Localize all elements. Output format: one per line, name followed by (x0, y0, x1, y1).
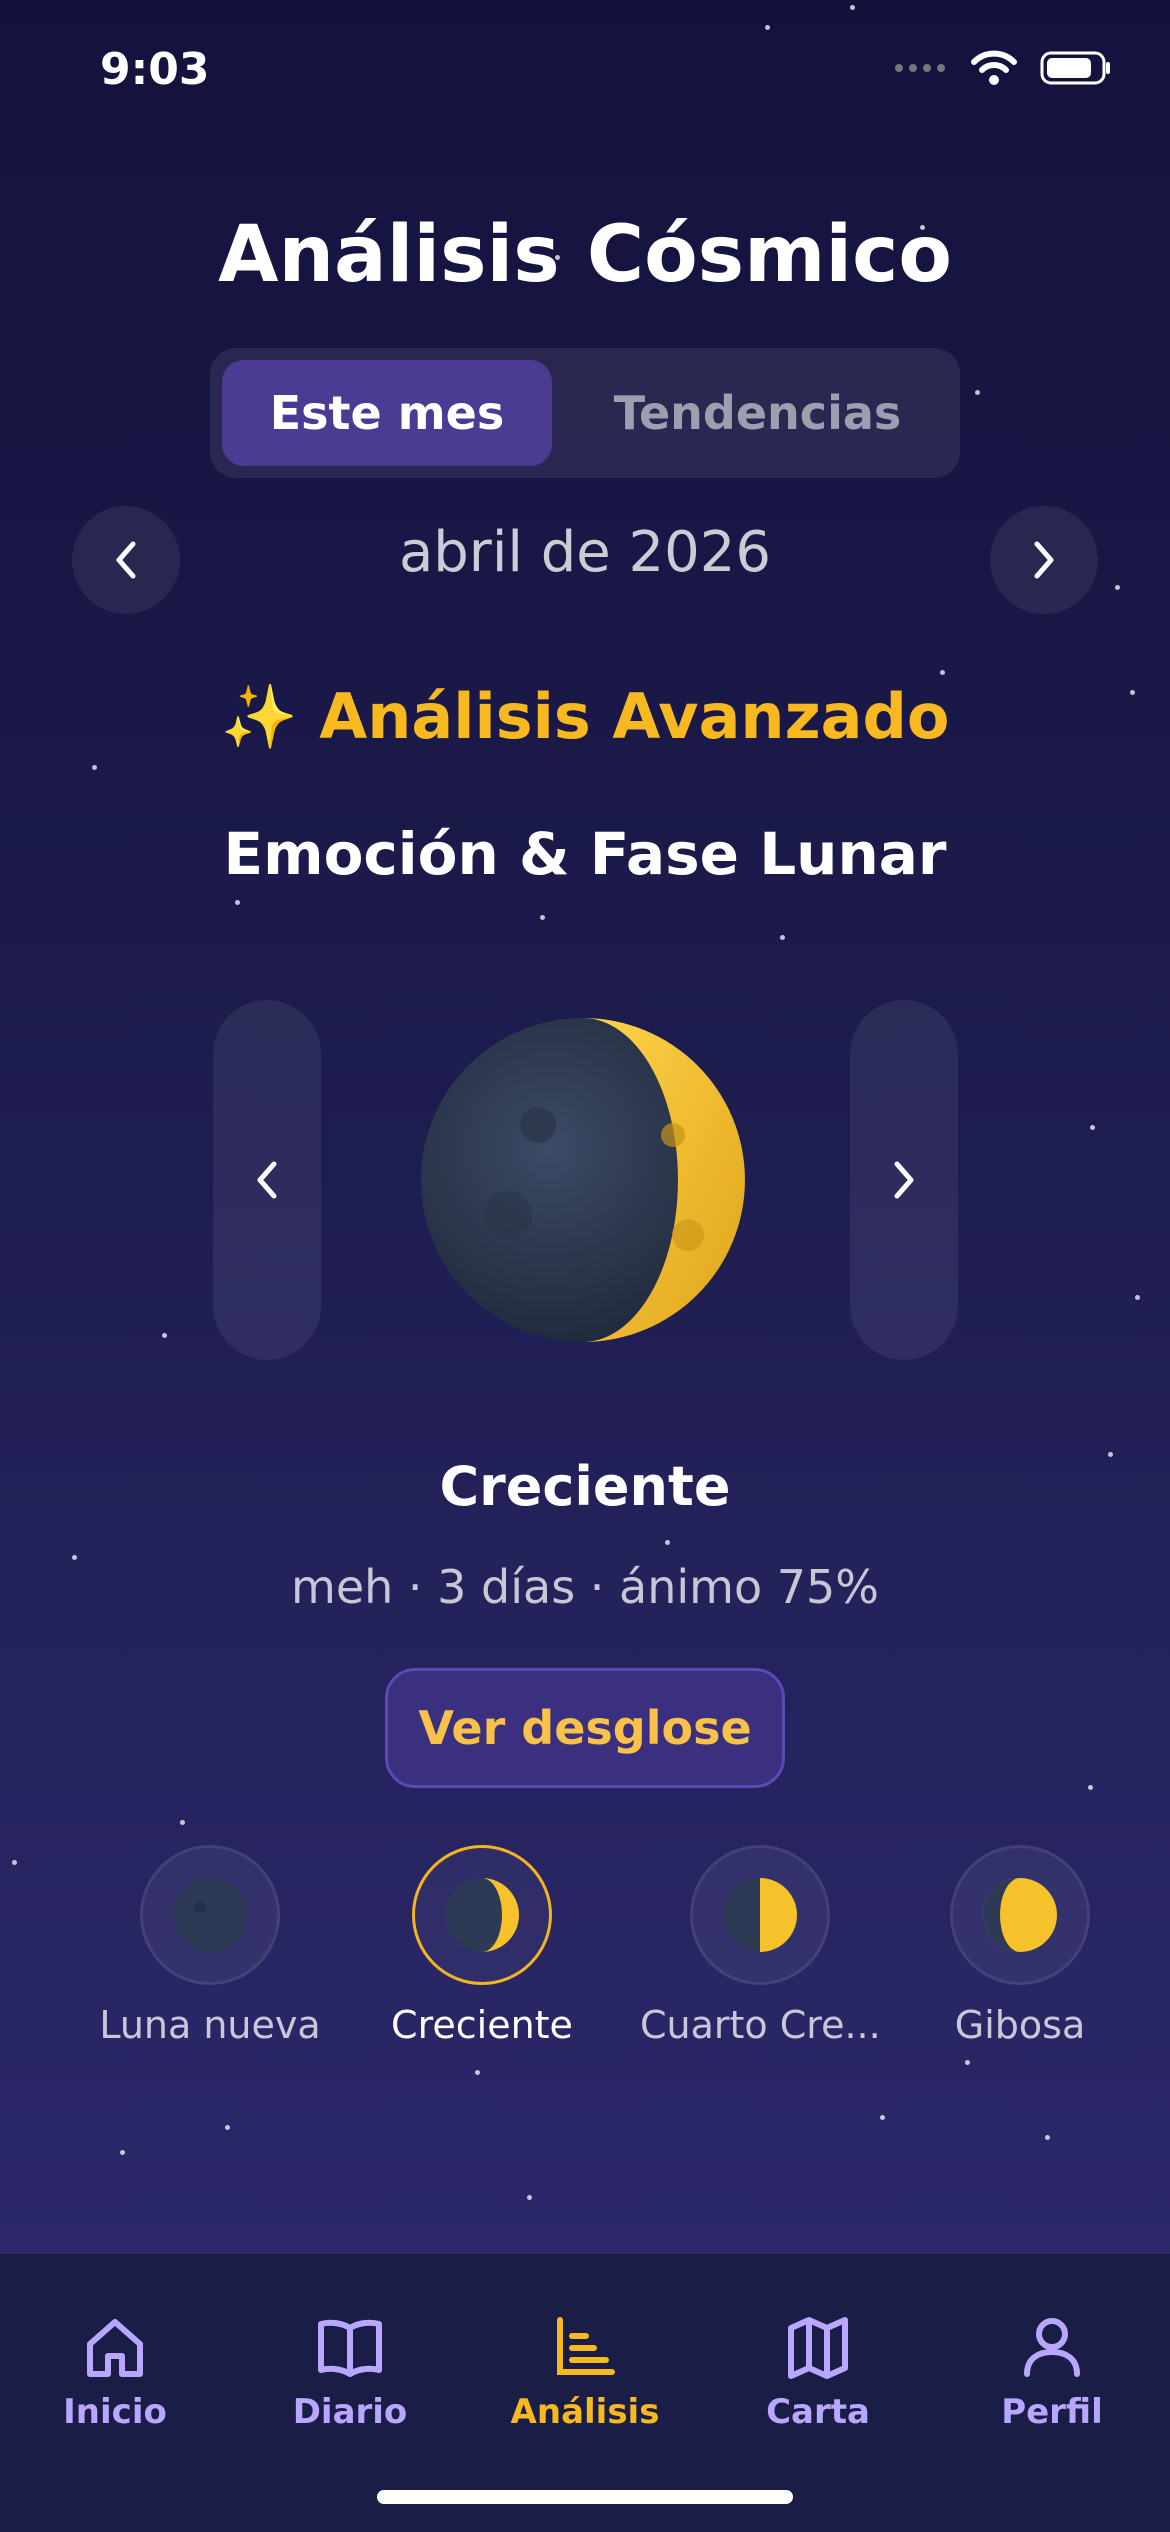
user-icon (1024, 2318, 1080, 2377)
tab-carta[interactable]: Carta (718, 2312, 918, 2432)
wifi-icon (971, 50, 1017, 85)
map-icon (788, 2317, 848, 2379)
status-icons (894, 50, 1112, 86)
phase-label: Gibosa (954, 2003, 1086, 2047)
moon-phase-image (418, 1015, 748, 1349)
phase-label: Luna nueva (99, 2003, 321, 2047)
home-icon (87, 2319, 143, 2377)
signal-icon (895, 64, 945, 72)
tab-inicio[interactable]: Inicio (15, 2312, 215, 2432)
tab-este-mes[interactable]: Este mes (222, 360, 552, 466)
tab-label: Análisis (510, 2392, 660, 2432)
tab-tendencias[interactable]: Tendencias (570, 360, 945, 466)
chart-icon (557, 2317, 615, 2375)
previous-phase-button[interactable] (213, 1000, 321, 1360)
chevron-left-icon (257, 1161, 277, 1199)
chevron-right-icon (894, 1161, 914, 1199)
current-phase-name: Creciente (439, 1455, 731, 1518)
phase-item-gibosa[interactable]: Gibosa (900, 1845, 1140, 2047)
phase-label: Cuarto Cre... (640, 2003, 881, 2047)
home-indicator (377, 2490, 793, 2504)
first-quarter-moon-icon (723, 1878, 797, 1952)
current-phase-stats: meh · 3 días · ánimo 75% (291, 1560, 879, 1614)
chevron-right-icon (1034, 541, 1054, 579)
status-time: 9:03 (100, 44, 210, 95)
advanced-analysis-heading: ✨ Análisis Avanzado (220, 680, 950, 753)
tab-label: Inicio (63, 2392, 167, 2432)
phase-item-luna-nueva[interactable]: Luna nueva (90, 1845, 330, 2047)
page-title: Análisis Cósmico (218, 210, 952, 300)
waxing-gibbous-moon-icon (983, 1878, 1057, 1952)
tab-label: Carta (766, 2392, 870, 2432)
next-phase-button[interactable] (850, 1000, 958, 1360)
tab-diario[interactable]: Diario (250, 2312, 450, 2432)
next-month-button[interactable] (990, 506, 1098, 614)
phase-label: Creciente (391, 2003, 573, 2047)
tab-label: Perfil (1001, 2392, 1103, 2432)
segmented-control: Este mes Tendencias (210, 348, 960, 478)
tab-perfil[interactable]: Perfil (952, 2312, 1152, 2432)
book-icon (318, 2319, 382, 2377)
phase-item-creciente[interactable]: Creciente (362, 1845, 602, 2047)
tab-analisis[interactable]: Análisis (485, 2312, 685, 2432)
emotion-moon-subheading: Emoción & Fase Lunar (223, 820, 947, 888)
view-breakdown-button[interactable]: Ver desglose (385, 1668, 785, 1788)
tab-label: Diario (292, 2392, 408, 2432)
new-moon-icon (173, 1878, 247, 1952)
phase-item-cuarto-creciente[interactable]: Cuarto Cre... (640, 1845, 881, 2047)
waxing-crescent-moon-icon (445, 1878, 519, 1952)
battery-icon (1040, 51, 1110, 85)
waxing-crescent-moon-icon (421, 1018, 745, 1342)
